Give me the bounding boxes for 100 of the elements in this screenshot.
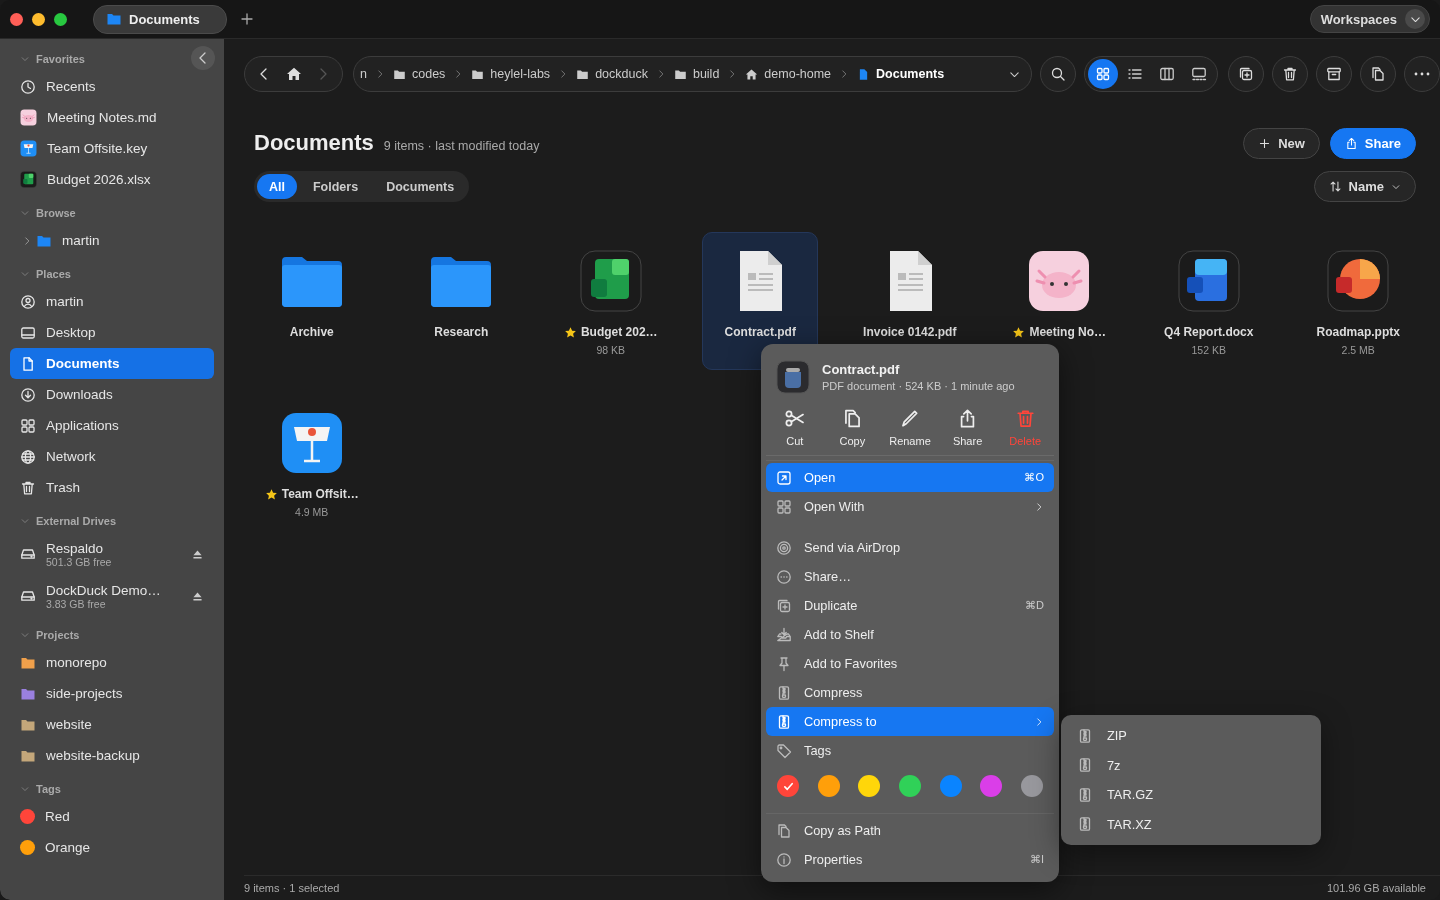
file-name: Invoice 0142.pdf: [863, 325, 957, 339]
tag-color-button[interactable]: [1020, 775, 1043, 797]
menu-item[interactable]: Compress: [766, 678, 1054, 707]
menu-action-button[interactable]: Share: [940, 408, 995, 447]
sidebar-item[interactable]: Meeting Notes.md: [10, 102, 214, 133]
sidebar-item[interactable]: Desktop: [10, 317, 214, 348]
sidebar-item[interactable]: website: [10, 709, 214, 740]
section-title: External Drives: [36, 515, 117, 527]
sidebar-item[interactable]: Red: [10, 801, 214, 832]
menu-item[interactable]: Compress to: [766, 707, 1054, 736]
sidebar-item[interactable]: Budget 2026.xlsx: [10, 164, 214, 195]
menu-item[interactable]: Add to Shelf: [766, 620, 1054, 649]
sidebar-item[interactable]: Respaldo 501.3 GB free: [10, 533, 214, 575]
file-tile[interactable]: Roadmap.pptx 2.5 MB: [1300, 232, 1417, 370]
menu-item[interactable]: Open ⌘O: [766, 463, 1054, 492]
menu-item-label: Open With: [804, 499, 866, 514]
sort-icon: [1328, 180, 1342, 193]
path-item[interactable]: n: [360, 67, 367, 81]
document-icon: [20, 355, 36, 372]
menu-item[interactable]: TAR.GZ: [1067, 780, 1315, 810]
path-item[interactable]: build: [673, 67, 720, 81]
menu-item[interactable]: Copy as Path: [766, 816, 1054, 845]
menu-item-label: Open: [804, 470, 837, 485]
file-tile[interactable]: Meeting No…: [1001, 232, 1118, 370]
menu-item[interactable]: Open With: [766, 492, 1054, 521]
file-tile[interactable]: Archive: [253, 232, 370, 370]
sidebar-item[interactable]: Applications: [10, 410, 214, 441]
menu-item[interactable]: TAR.XZ: [1067, 809, 1315, 839]
sidebar-item[interactable]: side-projects: [10, 678, 214, 709]
sidebar-item[interactable]: monorepo: [10, 647, 214, 678]
menu-item[interactable]: Share…: [766, 562, 1054, 591]
sidebar-item[interactable]: Network: [10, 441, 214, 472]
path-item[interactable]: dockduck: [576, 67, 648, 81]
view-mode-button[interactable]: [1088, 59, 1118, 89]
copy-icon: [1370, 66, 1386, 82]
menu-action-button[interactable]: Cut: [767, 408, 822, 447]
new-copy-button[interactable]: [1228, 56, 1264, 92]
sidebar-item[interactable]: Documents: [10, 348, 214, 379]
zoom-window-button[interactable]: [54, 12, 67, 26]
trash-icon: [20, 479, 36, 496]
sidebar-item[interactable]: Orange: [10, 832, 214, 863]
sidebar-item[interactable]: website-backup: [10, 740, 214, 771]
sidebar-item[interactable]: DockDuck Demo… 3.83 GB free: [10, 575, 214, 617]
eject-icon: [191, 547, 204, 561]
file-tile[interactable]: Q4 Report.docx 152 KB: [1150, 232, 1267, 370]
copy-button[interactable]: [1360, 56, 1396, 92]
file-tile[interactable]: Budget 202… 98 KB: [552, 232, 669, 370]
filter-tab[interactable]: Folders: [301, 174, 371, 199]
tag-color-button[interactable]: [777, 775, 799, 797]
workspaces-button[interactable]: Workspaces: [1309, 5, 1430, 33]
file-tile[interactable]: Team Offsit… 4.9 MB: [253, 394, 370, 532]
sidebar-item[interactable]: Recents: [10, 71, 214, 102]
tag-color-button[interactable]: [939, 775, 962, 797]
menu-item[interactable]: Send via AirDrop: [766, 533, 1054, 562]
tag-color-button[interactable]: [858, 775, 881, 797]
delete-button[interactable]: [1272, 56, 1308, 92]
chevron-down-icon: [20, 516, 30, 526]
path-item[interactable]: Documents: [857, 67, 945, 81]
list-view-icon: [1127, 66, 1143, 82]
ellipsis-circle-icon: [776, 568, 792, 585]
folder-icon: [576, 67, 590, 81]
sidebar-item[interactable]: martin: [10, 225, 214, 256]
minimize-window-button[interactable]: [32, 12, 45, 26]
sidebar-item[interactable]: Team Offsite.key: [10, 133, 214, 164]
file-tile[interactable]: Contract.pdf: [702, 232, 819, 370]
tag-color-button[interactable]: [980, 775, 1003, 797]
file-tile[interactable]: Research: [403, 232, 520, 370]
archive-button[interactable]: [1316, 56, 1352, 92]
menu-action-button[interactable]: Copy: [825, 408, 880, 447]
menu-action-button[interactable]: Rename: [883, 408, 937, 447]
item-label: Red: [45, 809, 70, 824]
share-button[interactable]: Share: [1329, 127, 1416, 159]
window-tab[interactable]: Documents: [93, 4, 227, 34]
drive-icon: [20, 588, 36, 604]
path-item[interactable]: heylel-labs: [471, 67, 551, 81]
menu-item[interactable]: Duplicate ⌘D: [766, 591, 1054, 620]
collapse-sidebar-button[interactable]: [191, 46, 215, 70]
close-window-button[interactable]: [10, 12, 23, 26]
menu-item-label: Duplicate: [804, 598, 859, 613]
plus-icon: [239, 11, 255, 27]
new-button[interactable]: New: [1243, 127, 1320, 159]
item-label: Budget 2026.xlsx: [47, 172, 151, 187]
menu-item[interactable]: Properties ⌘I: [766, 845, 1054, 874]
sort-button[interactable]: Name: [1313, 171, 1416, 202]
sidebar-item[interactable]: martin: [10, 286, 214, 317]
tag-color-button[interactable]: [898, 775, 921, 797]
menu-item-label: TAR.GZ: [1107, 787, 1153, 803]
sidebar-item[interactable]: Downloads: [10, 379, 214, 410]
sidebar-item[interactable]: Trash: [10, 472, 214, 503]
path-item[interactable]: demo-home: [745, 67, 832, 81]
tag-color-button[interactable]: [817, 775, 840, 797]
search-button[interactable]: [1040, 56, 1076, 92]
menu-item[interactable]: 7z: [1067, 750, 1315, 780]
menu-item[interactable]: Tags: [766, 736, 1054, 765]
item-label: website-backup: [46, 748, 140, 763]
path-item[interactable]: codes: [393, 67, 446, 81]
filter-tab[interactable]: All: [257, 174, 297, 199]
filter-tab[interactable]: Documents: [374, 174, 467, 199]
menu-item[interactable]: ZIP: [1067, 721, 1315, 751]
menu-item[interactable]: Add to Favorites: [766, 649, 1054, 678]
